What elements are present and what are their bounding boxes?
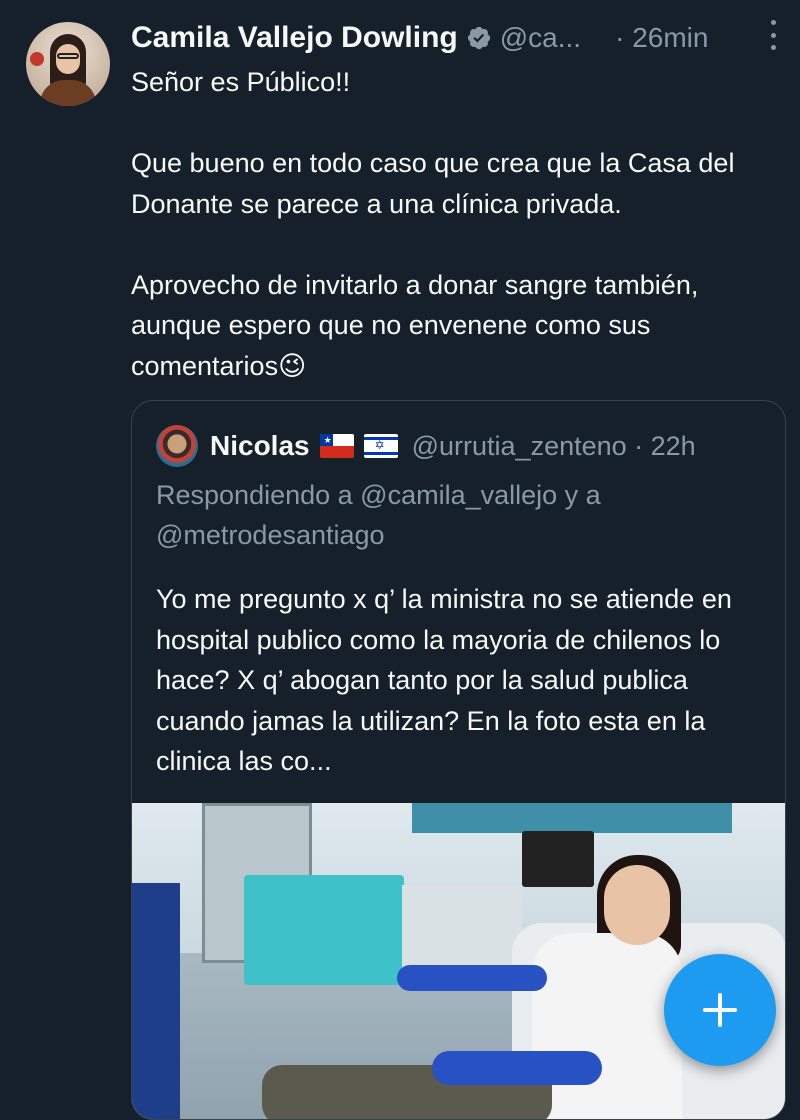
photo-chair-arm bbox=[397, 965, 547, 991]
avatar-glasses bbox=[57, 53, 79, 59]
chile-flag-icon: ★ bbox=[319, 434, 354, 458]
photo-desk bbox=[402, 885, 522, 975]
quoted-author-avatar[interactable] bbox=[156, 425, 198, 467]
more-options-icon[interactable] bbox=[768, 20, 778, 50]
israel-flag-icon: ✡ bbox=[363, 434, 398, 458]
photo-chair-arm bbox=[432, 1051, 602, 1085]
verified-badge-icon bbox=[467, 26, 490, 50]
photo-person bbox=[532, 933, 682, 1119]
photo-person-head bbox=[604, 865, 670, 945]
author-handle[interactable]: @ca... bbox=[500, 22, 581, 54]
compose-button[interactable] bbox=[664, 954, 776, 1066]
avatar-face bbox=[56, 44, 80, 74]
replying-to: Respondiendo a @camila_vallejo y a @metr… bbox=[156, 480, 601, 550]
tweet-text: Señor es Público!! Que bueno en todo cas… bbox=[131, 67, 735, 381]
photo-cabinets bbox=[412, 803, 732, 833]
tweet-timestamp[interactable]: · 26min bbox=[615, 22, 708, 54]
quoted-author-handle[interactable]: @urrutia_zenteno · 22h bbox=[412, 431, 696, 462]
plus-icon bbox=[718, 993, 722, 1027]
avatar-body bbox=[40, 80, 96, 106]
more-dot bbox=[770, 20, 776, 25]
photo-counter bbox=[244, 875, 404, 985]
quoted-tweet-photo[interactable] bbox=[132, 803, 785, 1119]
author-name[interactable]: Camila Vallejo Dowling bbox=[131, 21, 458, 55]
author-avatar[interactable] bbox=[26, 22, 110, 106]
photo-nurse bbox=[132, 883, 180, 1119]
photo-monitor bbox=[522, 831, 594, 887]
more-dot bbox=[770, 45, 776, 50]
tweet[interactable]: Camila Vallejo Dowling @ca... · 26min Se… bbox=[0, 0, 800, 1120]
avatar-decor bbox=[30, 52, 44, 66]
quoted-tweet-text: Yo me pregunto x q’ la ministra no se at… bbox=[156, 584, 732, 776]
more-dot bbox=[770, 32, 776, 38]
tweet-header: Camila Vallejo Dowling @ca... · 26min bbox=[131, 18, 780, 58]
quoted-author-name[interactable]: Nicolas bbox=[210, 430, 310, 462]
quoted-tweet-header: Nicolas ★ ✡ @urrutia_zenteno · 22h bbox=[156, 425, 765, 467]
